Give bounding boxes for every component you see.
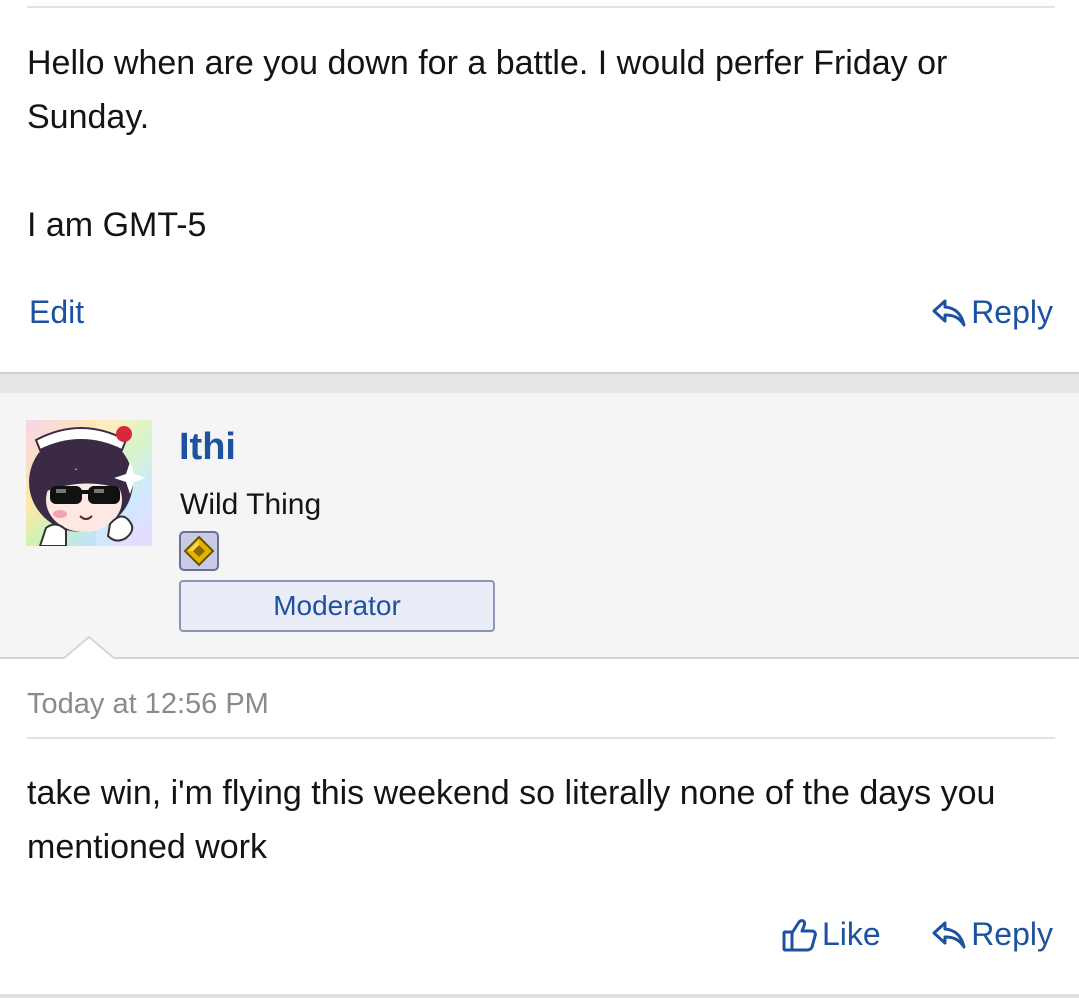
panel-divider: [0, 657, 1079, 659]
like-label: Like: [822, 916, 881, 952]
username-link[interactable]: Ithi: [179, 426, 236, 469]
user-info-panel: Ithi Wild Thing Moderator: [0, 393, 1079, 657]
avatar[interactable]: [26, 420, 152, 546]
reply-button[interactable]: Reply: [931, 916, 1053, 953]
top-divider: [27, 6, 1055, 8]
trophy-diamond-icon: [179, 531, 219, 571]
reply-label: Reply: [971, 294, 1053, 330]
reply-arrow-icon: [931, 919, 967, 951]
reply-label: Reply: [971, 916, 1053, 952]
edit-label: Edit: [29, 294, 85, 330]
bottom-divider: [0, 994, 1079, 998]
like-button[interactable]: Like: [782, 916, 881, 953]
thumbs-up-icon: [782, 918, 818, 952]
message-paragraph: take win, i'm flying this weekend so lit…: [27, 774, 996, 866]
message-paragraph: I am GMT-5: [27, 206, 207, 244]
post-separator: [0, 372, 1079, 395]
post-message-body: Hello when are you down for a battle. I …: [27, 36, 1057, 252]
message-paragraph: Hello when are you down for a battle. I …: [27, 44, 948, 136]
reply-arrow-icon: [931, 297, 967, 329]
user-title: Wild Thing: [180, 488, 322, 521]
reply-button[interactable]: Reply: [931, 294, 1053, 331]
message-arrow-notch: [63, 635, 115, 660]
timestamp-divider: [27, 737, 1055, 739]
post-timestamp[interactable]: Today at 12:56 PM: [27, 688, 269, 721]
moderator-banner: Moderator: [179, 580, 495, 632]
edit-button[interactable]: Edit: [29, 294, 84, 331]
post-message-body: take win, i'm flying this weekend so lit…: [27, 766, 1057, 874]
